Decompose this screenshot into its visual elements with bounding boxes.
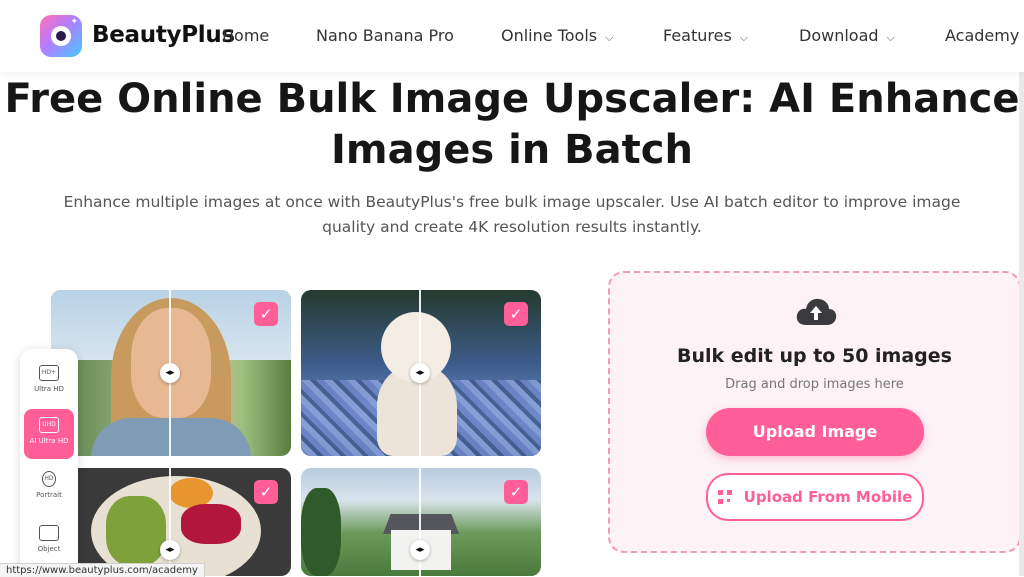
upload-title: Bulk edit up to 50 images: [677, 345, 952, 367]
tool-ai-ultra-hd[interactable]: UHD AI Ultra HD: [24, 409, 74, 459]
object-icon: [39, 525, 59, 541]
nav-online-tools[interactable]: Online Tools ⌵: [501, 26, 613, 45]
logo-sparkle-icon: ✦: [70, 17, 78, 27]
chevron-down-icon: ⌵: [886, 31, 895, 44]
portrait-icon: HD: [42, 471, 56, 487]
sample-image-house: ◂▸ ✓: [301, 468, 541, 576]
enhance-mode-panel: HD+ Ultra HD UHD AI Ultra HD HD Portrait…: [20, 349, 78, 576]
beautyplus-logo-icon[interactable]: ✦: [40, 15, 82, 57]
ai-ultra-hd-icon: UHD: [39, 417, 59, 433]
page-scrollbar[interactable]: [1019, 0, 1024, 576]
chevron-down-icon: ⌵: [605, 31, 614, 44]
checkbox-checked-icon[interactable]: ✓: [504, 480, 528, 504]
tool-ultra-hd[interactable]: HD+ Ultra HD: [24, 357, 74, 407]
sample-image-food: ◂▸ ✓: [51, 468, 291, 576]
tool-portrait-label: Portrait: [36, 491, 62, 499]
image-kiwi: [106, 496, 166, 566]
nav-academy[interactable]: Academy: [945, 26, 1019, 45]
page-subtitle-line-2: quality and create 4K resolution results…: [322, 218, 702, 236]
compare-handle-icon[interactable]: ◂▸: [410, 363, 430, 383]
tool-ultra-hd-label: Ultra HD: [34, 385, 64, 393]
nav-nano-banana-pro[interactable]: Nano Banana Pro: [316, 26, 454, 45]
qr-code-icon: [717, 490, 732, 504]
nav-online-tools-label: Online Tools: [501, 26, 598, 45]
brand-name[interactable]: BeautyPlus: [92, 22, 235, 48]
page-subtitle: Enhance multiple images at once with Bea…: [12, 190, 1012, 240]
page-title-line-2: Images in Batch: [331, 127, 693, 173]
nav-features-label: Features: [663, 26, 732, 45]
compare-handle-icon[interactable]: ◂▸: [160, 363, 180, 383]
nav-download-label: Download: [799, 26, 879, 45]
nav-home-label: Home: [222, 26, 270, 45]
nav-features[interactable]: Features ⌵: [663, 26, 748, 45]
page-title-line-1: Free Online Bulk Image Upscaler: AI Enha…: [4, 76, 1020, 122]
page-title: Free Online Bulk Image Upscaler: AI Enha…: [0, 74, 1024, 176]
logo-eye-icon: [51, 26, 71, 46]
upload-image-button[interactable]: Upload Image: [706, 408, 924, 456]
chevron-down-icon: ⌵: [739, 31, 749, 44]
sample-image-dog: ◂▸ ✓: [301, 290, 541, 456]
tool-object-label: Object: [37, 545, 61, 553]
image-shirt: [91, 418, 251, 456]
compare-handle-icon[interactable]: ◂▸: [410, 540, 430, 560]
image-berries: [181, 504, 241, 544]
status-bar-url: https://www.beautyplus.com/academy: [0, 563, 205, 577]
upload-from-mobile-label: Upload From Mobile: [743, 488, 913, 506]
tool-object[interactable]: Object: [24, 517, 74, 567]
site-header: ✦ BeautyPlus Home Nano Banana Pro Online…: [0, 0, 1024, 72]
image-tree: [301, 488, 341, 576]
tool-ai-ultra-hd-label: AI Ultra HD: [29, 437, 69, 445]
sample-image-portrait: ◂▸ ✓: [51, 290, 291, 456]
tool-portrait[interactable]: HD Portrait: [24, 463, 74, 513]
checkbox-checked-icon[interactable]: ✓: [504, 302, 528, 326]
nav-nano-banana-pro-label: Nano Banana Pro: [316, 26, 454, 45]
checkbox-checked-icon[interactable]: ✓: [254, 302, 278, 326]
ultra-hd-icon: HD+: [39, 365, 59, 381]
nav-academy-label: Academy: [945, 26, 1020, 45]
page-subtitle-line-1: Enhance multiple images at once with Bea…: [63, 193, 961, 211]
upload-dropzone[interactable]: Bulk edit up to 50 images Drag and drop …: [608, 271, 1021, 553]
checkbox-checked-icon[interactable]: ✓: [254, 480, 278, 504]
nav-home[interactable]: Home: [222, 26, 269, 45]
nav-download[interactable]: Download ⌵: [799, 26, 895, 45]
upload-from-mobile-button[interactable]: Upload From Mobile: [706, 473, 924, 521]
upload-hint: Drag and drop images here: [725, 377, 904, 392]
compare-handle-icon[interactable]: ◂▸: [160, 540, 180, 560]
cloud-upload-icon: [796, 298, 837, 325]
